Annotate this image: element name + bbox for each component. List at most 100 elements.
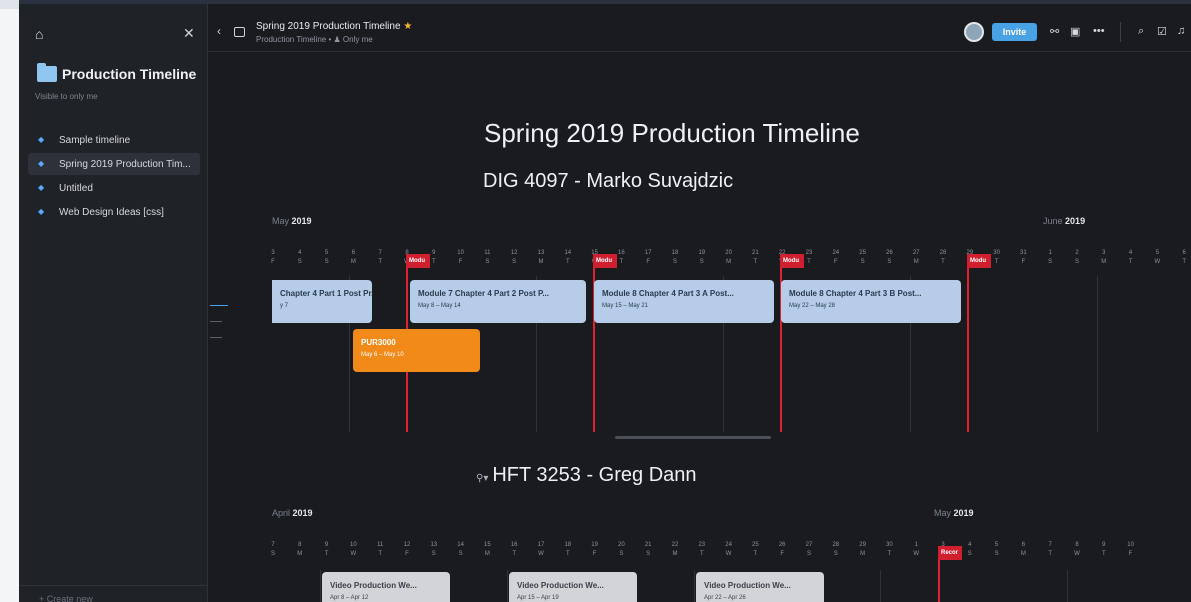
- day-number: 28: [832, 542, 840, 548]
- milestone-flag[interactable]: Modu: [593, 254, 617, 268]
- timeline-bar[interactable]: Module 7 Chapter 4 Part 2 Post P... May 8…: [410, 280, 586, 323]
- month-label: June 2019: [1043, 216, 1086, 226]
- day-weekday: F: [405, 551, 409, 557]
- present-icon[interactable]: ▣: [1070, 25, 1080, 38]
- timeline-bar[interactable]: Module 8 Chapter 4 Part 3 B Post... May 2…: [781, 280, 961, 323]
- sidebar: ⌂ ✕ Production Timeline Visible to only …: [19, 4, 208, 602]
- day-weekday: W: [350, 551, 357, 557]
- horizontal-scrollbar[interactable]: [615, 436, 771, 439]
- timeline-bar[interactable]: Module 8 Chapter 4 Part 3 A Post... May 1…: [594, 280, 774, 323]
- sidebar-item-untitled[interactable]: ◆ Untitled: [28, 177, 200, 199]
- day-weekday: F: [833, 259, 838, 265]
- day-row: 7 S 8 M 9 T 10 W 11 T 12 F 13 S 14 S 15 M 16 T 17 W 18 T 19 F 20 S 2…: [271, 541, 1191, 565]
- timeline-bar[interactable]: Chapter 4 Part 1 Post Pr... y 7: [272, 280, 372, 323]
- day-cell: 11 S: [478, 249, 496, 267]
- star-icon[interactable]: ★: [403, 21, 412, 32]
- day-cell: 11 T: [371, 541, 389, 559]
- checklist-icon[interactable]: ☑: [1157, 25, 1167, 38]
- bar-title: Video Production We...: [704, 581, 791, 590]
- invite-button[interactable]: Invite: [992, 23, 1037, 41]
- day-cell: 10 F: [452, 249, 470, 267]
- timeline-bar[interactable]: PUR3000 May 6 – May 10: [353, 329, 480, 372]
- day-number: 23: [698, 542, 706, 548]
- day-cell: 6M: [344, 249, 362, 267]
- day-number: 7: [271, 542, 275, 548]
- day-cell: 20 S: [612, 541, 630, 559]
- minimap-line[interactable]: [210, 321, 222, 322]
- day-number: 9: [324, 542, 329, 548]
- day-number: 20: [618, 542, 625, 548]
- day-number: 7: [1048, 542, 1052, 548]
- day-number: 18: [564, 542, 572, 548]
- day-cell: 28 T: [934, 249, 952, 267]
- sidebar-item-web-design[interactable]: ◆ Web Design Ideas [css]: [28, 201, 200, 223]
- day-number: 25: [752, 542, 759, 548]
- create-new-button[interactable]: + Create new: [19, 585, 208, 602]
- minimap-line[interactable]: [210, 305, 228, 306]
- sidebar-title: Production Timeline: [62, 66, 197, 82]
- bar-title: Video Production We...: [330, 581, 417, 590]
- day-weekday: M: [484, 551, 490, 557]
- day-cell: 24 W: [720, 541, 738, 559]
- day-weekday: M: [860, 551, 866, 557]
- bar-dates: May 22 – May 28: [789, 303, 836, 309]
- minimap-line[interactable]: [210, 337, 222, 338]
- breadcrumb-folder[interactable]: Production Timeline: [256, 35, 326, 44]
- link-icon[interactable]: ⚯: [1050, 25, 1059, 38]
- day-cell: 25 T: [746, 541, 764, 559]
- day-weekday: T: [994, 259, 999, 265]
- day-number: 23: [805, 250, 813, 256]
- day-number: 26: [886, 250, 893, 256]
- day-weekday: M: [350, 259, 356, 265]
- day-weekday: T: [565, 551, 570, 557]
- day-number: 24: [832, 250, 840, 256]
- day-number: 19: [591, 542, 598, 548]
- day-cell: 2S: [1068, 249, 1086, 267]
- day-cell: 17 F: [639, 249, 657, 267]
- create-new-label: Create new: [46, 594, 93, 602]
- day-weekday: S: [672, 259, 677, 265]
- day-number: 27: [805, 542, 813, 548]
- sidebar-item-spring-2019[interactable]: ◆ Spring 2019 Production Tim...: [28, 153, 200, 175]
- day-weekday: S: [458, 551, 463, 557]
- day-number: 6: [1182, 250, 1186, 256]
- day-cell: 8M: [291, 541, 309, 559]
- day-number: 30: [993, 250, 1000, 256]
- timeline-icon: ◆: [38, 159, 45, 168]
- gridline: [694, 570, 695, 602]
- avatar[interactable]: [964, 22, 984, 42]
- day-number: 2: [1075, 250, 1079, 256]
- day-weekday: S: [485, 259, 490, 265]
- day-number: 17: [537, 542, 545, 548]
- search-icon[interactable]: ⌕: [1138, 25, 1144, 38]
- day-cell: 1S: [1041, 249, 1059, 267]
- day-cell: 22 M: [666, 541, 684, 559]
- day-cell: 5W: [1148, 249, 1166, 267]
- sidebar-item-sample-timeline[interactable]: ◆ Sample timeline: [28, 129, 200, 151]
- day-cell: 18 T: [559, 541, 577, 559]
- close-icon[interactable]: ✕: [183, 25, 195, 42]
- home-icon[interactable]: ⌂: [35, 26, 49, 42]
- milestone-flag[interactable]: Recor: [938, 546, 962, 560]
- timeline-bar[interactable]: Video Production We... Apr 22 – Apr 26: [696, 572, 824, 602]
- timeline-bar[interactable]: Video Production We... Apr 8 – Apr 12: [322, 572, 450, 602]
- link-expand-icon[interactable]: ⚲▾: [476, 473, 488, 484]
- bar-title: Video Production We...: [517, 581, 604, 590]
- panel-toggle-icon[interactable]: [234, 27, 245, 37]
- more-icon[interactable]: •••: [1093, 25, 1105, 37]
- sidebar-item-label: Sample timeline: [59, 135, 131, 146]
- chevron-left-icon[interactable]: ‹: [217, 24, 221, 38]
- day-number: 8: [1075, 542, 1079, 548]
- day-cell: 6M: [1014, 541, 1032, 559]
- milestone-flag[interactable]: Modu: [780, 254, 804, 268]
- day-number: 21: [644, 542, 652, 548]
- bar-dates: May 15 – May 21: [602, 303, 649, 309]
- bell-icon[interactable]: ♫: [1177, 25, 1185, 37]
- milestone-flag[interactable]: Modu: [406, 254, 430, 268]
- day-weekday: T: [887, 551, 892, 557]
- day-weekday: T: [324, 551, 329, 557]
- gridline: [1067, 570, 1068, 602]
- milestone-flag[interactable]: Modu: [967, 254, 991, 268]
- timeline-bar[interactable]: Video Production We... Apr 15 – Apr 19: [509, 572, 637, 602]
- day-weekday: F: [1128, 551, 1133, 557]
